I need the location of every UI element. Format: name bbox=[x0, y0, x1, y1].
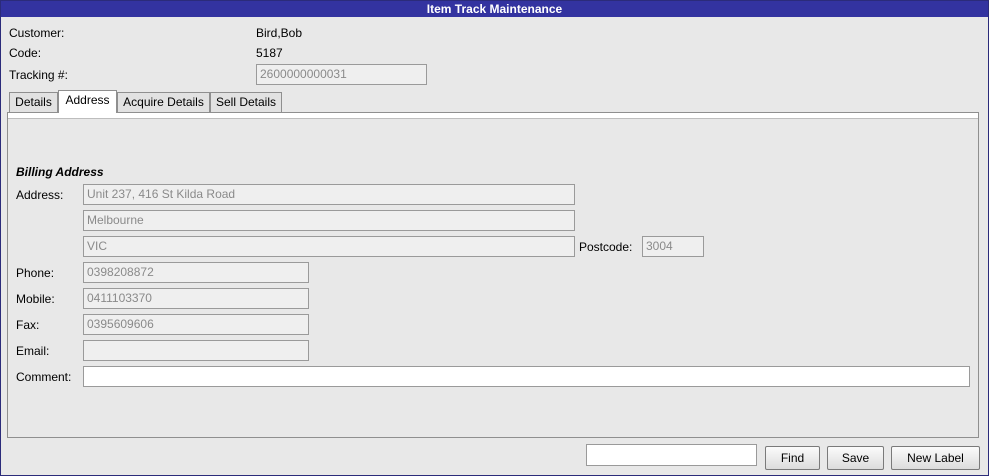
billing-address-heading: Billing Address bbox=[16, 165, 104, 179]
new-label-button[interactable]: New Label bbox=[891, 446, 980, 470]
comment-label: Comment: bbox=[16, 370, 72, 384]
phone-label: Phone: bbox=[16, 266, 55, 280]
tracking-label: Tracking #: bbox=[9, 68, 68, 82]
mobile-field[interactable]: 0411103370 bbox=[83, 288, 309, 309]
mobile-label: Mobile: bbox=[16, 292, 55, 306]
tab-acquire-details[interactable]: Acquire Details bbox=[117, 92, 210, 112]
tab-details[interactable]: Details bbox=[9, 92, 58, 112]
tab-sell-details[interactable]: Sell Details bbox=[210, 92, 282, 112]
email-field[interactable] bbox=[83, 340, 309, 361]
code-value: 5187 bbox=[256, 46, 283, 60]
save-button[interactable]: Save bbox=[827, 446, 884, 470]
item-track-window: Item Track Maintenance Customer: Bird,Bo… bbox=[0, 0, 989, 476]
tab-address[interactable]: Address bbox=[58, 90, 117, 113]
fax-label: Fax: bbox=[16, 318, 40, 332]
customer-label: Customer: bbox=[9, 26, 65, 40]
tracking-field[interactable]: 2600000000031 bbox=[256, 64, 427, 85]
address-label: Address: bbox=[16, 188, 64, 202]
find-search-input[interactable] bbox=[586, 444, 757, 466]
panel-divider bbox=[8, 113, 978, 119]
address-line1-field[interactable]: Unit 237, 416 St Kilda Road bbox=[83, 184, 575, 205]
code-label: Code: bbox=[9, 46, 42, 60]
phone-field[interactable]: 0398208872 bbox=[83, 262, 309, 283]
find-button[interactable]: Find bbox=[765, 446, 820, 470]
postcode-label: Postcode: bbox=[579, 240, 633, 254]
fax-field[interactable]: 0395609606 bbox=[83, 314, 309, 335]
address-line3-field[interactable]: VIC bbox=[83, 236, 575, 257]
address-line2-field[interactable]: Melbourne bbox=[83, 210, 575, 231]
comment-field[interactable] bbox=[83, 366, 970, 387]
email-label: Email: bbox=[16, 344, 50, 358]
customer-value: Bird,Bob bbox=[256, 26, 303, 40]
window-title: Item Track Maintenance bbox=[1, 1, 988, 17]
postcode-field[interactable]: 3004 bbox=[642, 236, 704, 257]
